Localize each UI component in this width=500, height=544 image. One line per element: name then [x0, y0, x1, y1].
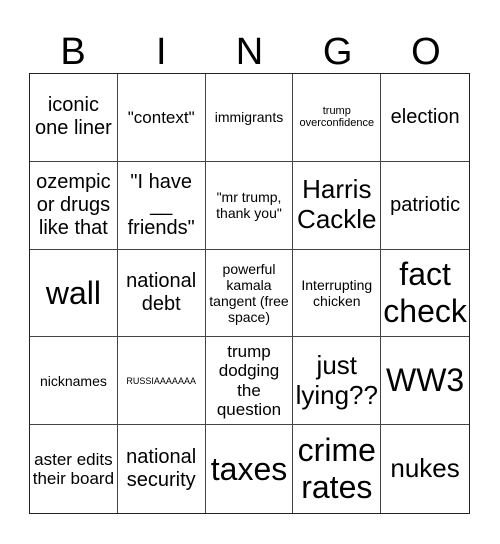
header-letter-b: B	[60, 31, 86, 73]
bingo-cell-text: "I have __ friends"	[127, 170, 195, 239]
bingo-cell[interactable]: election	[381, 74, 469, 162]
bingo-cell-text: taxes	[210, 450, 288, 487]
bingo-cell[interactable]: nukes	[381, 425, 469, 513]
bingo-cell-text: RUSSIAAAAAAA	[126, 375, 196, 386]
header-letter-o: O	[411, 31, 441, 73]
bingo-cell[interactable]: ozempic or drugs like that	[30, 161, 118, 250]
bingo-cell-text: election	[390, 105, 460, 128]
bingo-cell[interactable]: fact check	[381, 250, 469, 338]
bingo-cell[interactable]: Harris Cackle	[293, 161, 382, 250]
bingo-cell-text: WW3	[385, 362, 465, 399]
bingo-cell-text: Harris Cackle	[297, 174, 377, 235]
bingo-cell-text: ozempic or drugs like that	[36, 170, 111, 239]
bingo-cell[interactable]: taxes	[206, 425, 294, 513]
bingo-cell-text: trump overconfidence	[299, 104, 375, 130]
bingo-cell[interactable]: Interrupting chicken	[293, 249, 382, 338]
bingo-cell-text: "mr trump, thank you"	[216, 189, 282, 222]
bingo-cell[interactable]: patriotic	[381, 162, 469, 250]
bingo-cell-text: patriotic	[390, 193, 461, 216]
bingo-cell[interactable]: nicknames	[30, 337, 118, 426]
header-letter-i: I	[156, 31, 167, 73]
bingo-cell[interactable]: crime rates	[293, 425, 382, 513]
header-letter-g: G	[322, 31, 353, 73]
bingo-header: B I N G O	[29, 30, 470, 74]
bingo-cell[interactable]: "context"	[117, 74, 206, 162]
bingo-cell[interactable]: RUSSIAAAAAAA	[117, 337, 206, 426]
bingo-cell[interactable]: national debt	[117, 249, 206, 338]
bingo-cell[interactable]: "I have __ friends"	[117, 161, 206, 250]
bingo-cell-text: powerful kamala tangent (free space)	[209, 260, 289, 326]
bingo-cell-text: iconic one liner	[35, 94, 112, 140]
bingo-cell-text: Interrupting chicken	[301, 276, 373, 309]
bingo-cell[interactable]: immigrants	[205, 74, 294, 162]
bingo-cell[interactable]: national security	[118, 425, 206, 513]
bingo-cell-text: trump dodging the question	[216, 341, 282, 420]
bingo-cell[interactable]: aster edits their board	[30, 425, 118, 513]
bingo-cell[interactable]: just lying??	[293, 337, 382, 426]
bingo-cell-text: national debt	[126, 269, 197, 315]
header-letter-n: N	[235, 31, 264, 73]
bingo-cell[interactable]: "mr trump, thank you"	[205, 161, 294, 250]
bingo-cell-text: crime rates	[297, 432, 376, 506]
bingo-cell-text: immigrants	[214, 109, 284, 126]
bingo-cell[interactable]: powerful kamala tangent (free space)	[205, 249, 294, 338]
bingo-cell-text: aster edits their board	[32, 449, 115, 489]
bingo-cell-text: just lying??	[295, 349, 378, 410]
bingo-cell[interactable]: WW3	[381, 337, 469, 426]
bingo-cell[interactable]: trump overconfidence	[293, 74, 382, 162]
bingo-cell-text: national security	[126, 446, 197, 492]
bingo-cell[interactable]: trump dodging the question	[205, 337, 294, 426]
bingo-cell[interactable]: wall	[30, 249, 118, 338]
bingo-cell-text: "context"	[127, 107, 195, 127]
bingo-cell-text: fact check	[383, 256, 467, 329]
bingo-cell-text: nicknames	[39, 372, 107, 389]
bingo-cell-text: wall	[45, 274, 101, 311]
bingo-cell[interactable]: iconic one liner	[30, 74, 118, 162]
bingo-grid: iconic one liner "context" immigrants trump…	[29, 73, 470, 514]
bingo-cell-text: nukes	[390, 453, 460, 484]
